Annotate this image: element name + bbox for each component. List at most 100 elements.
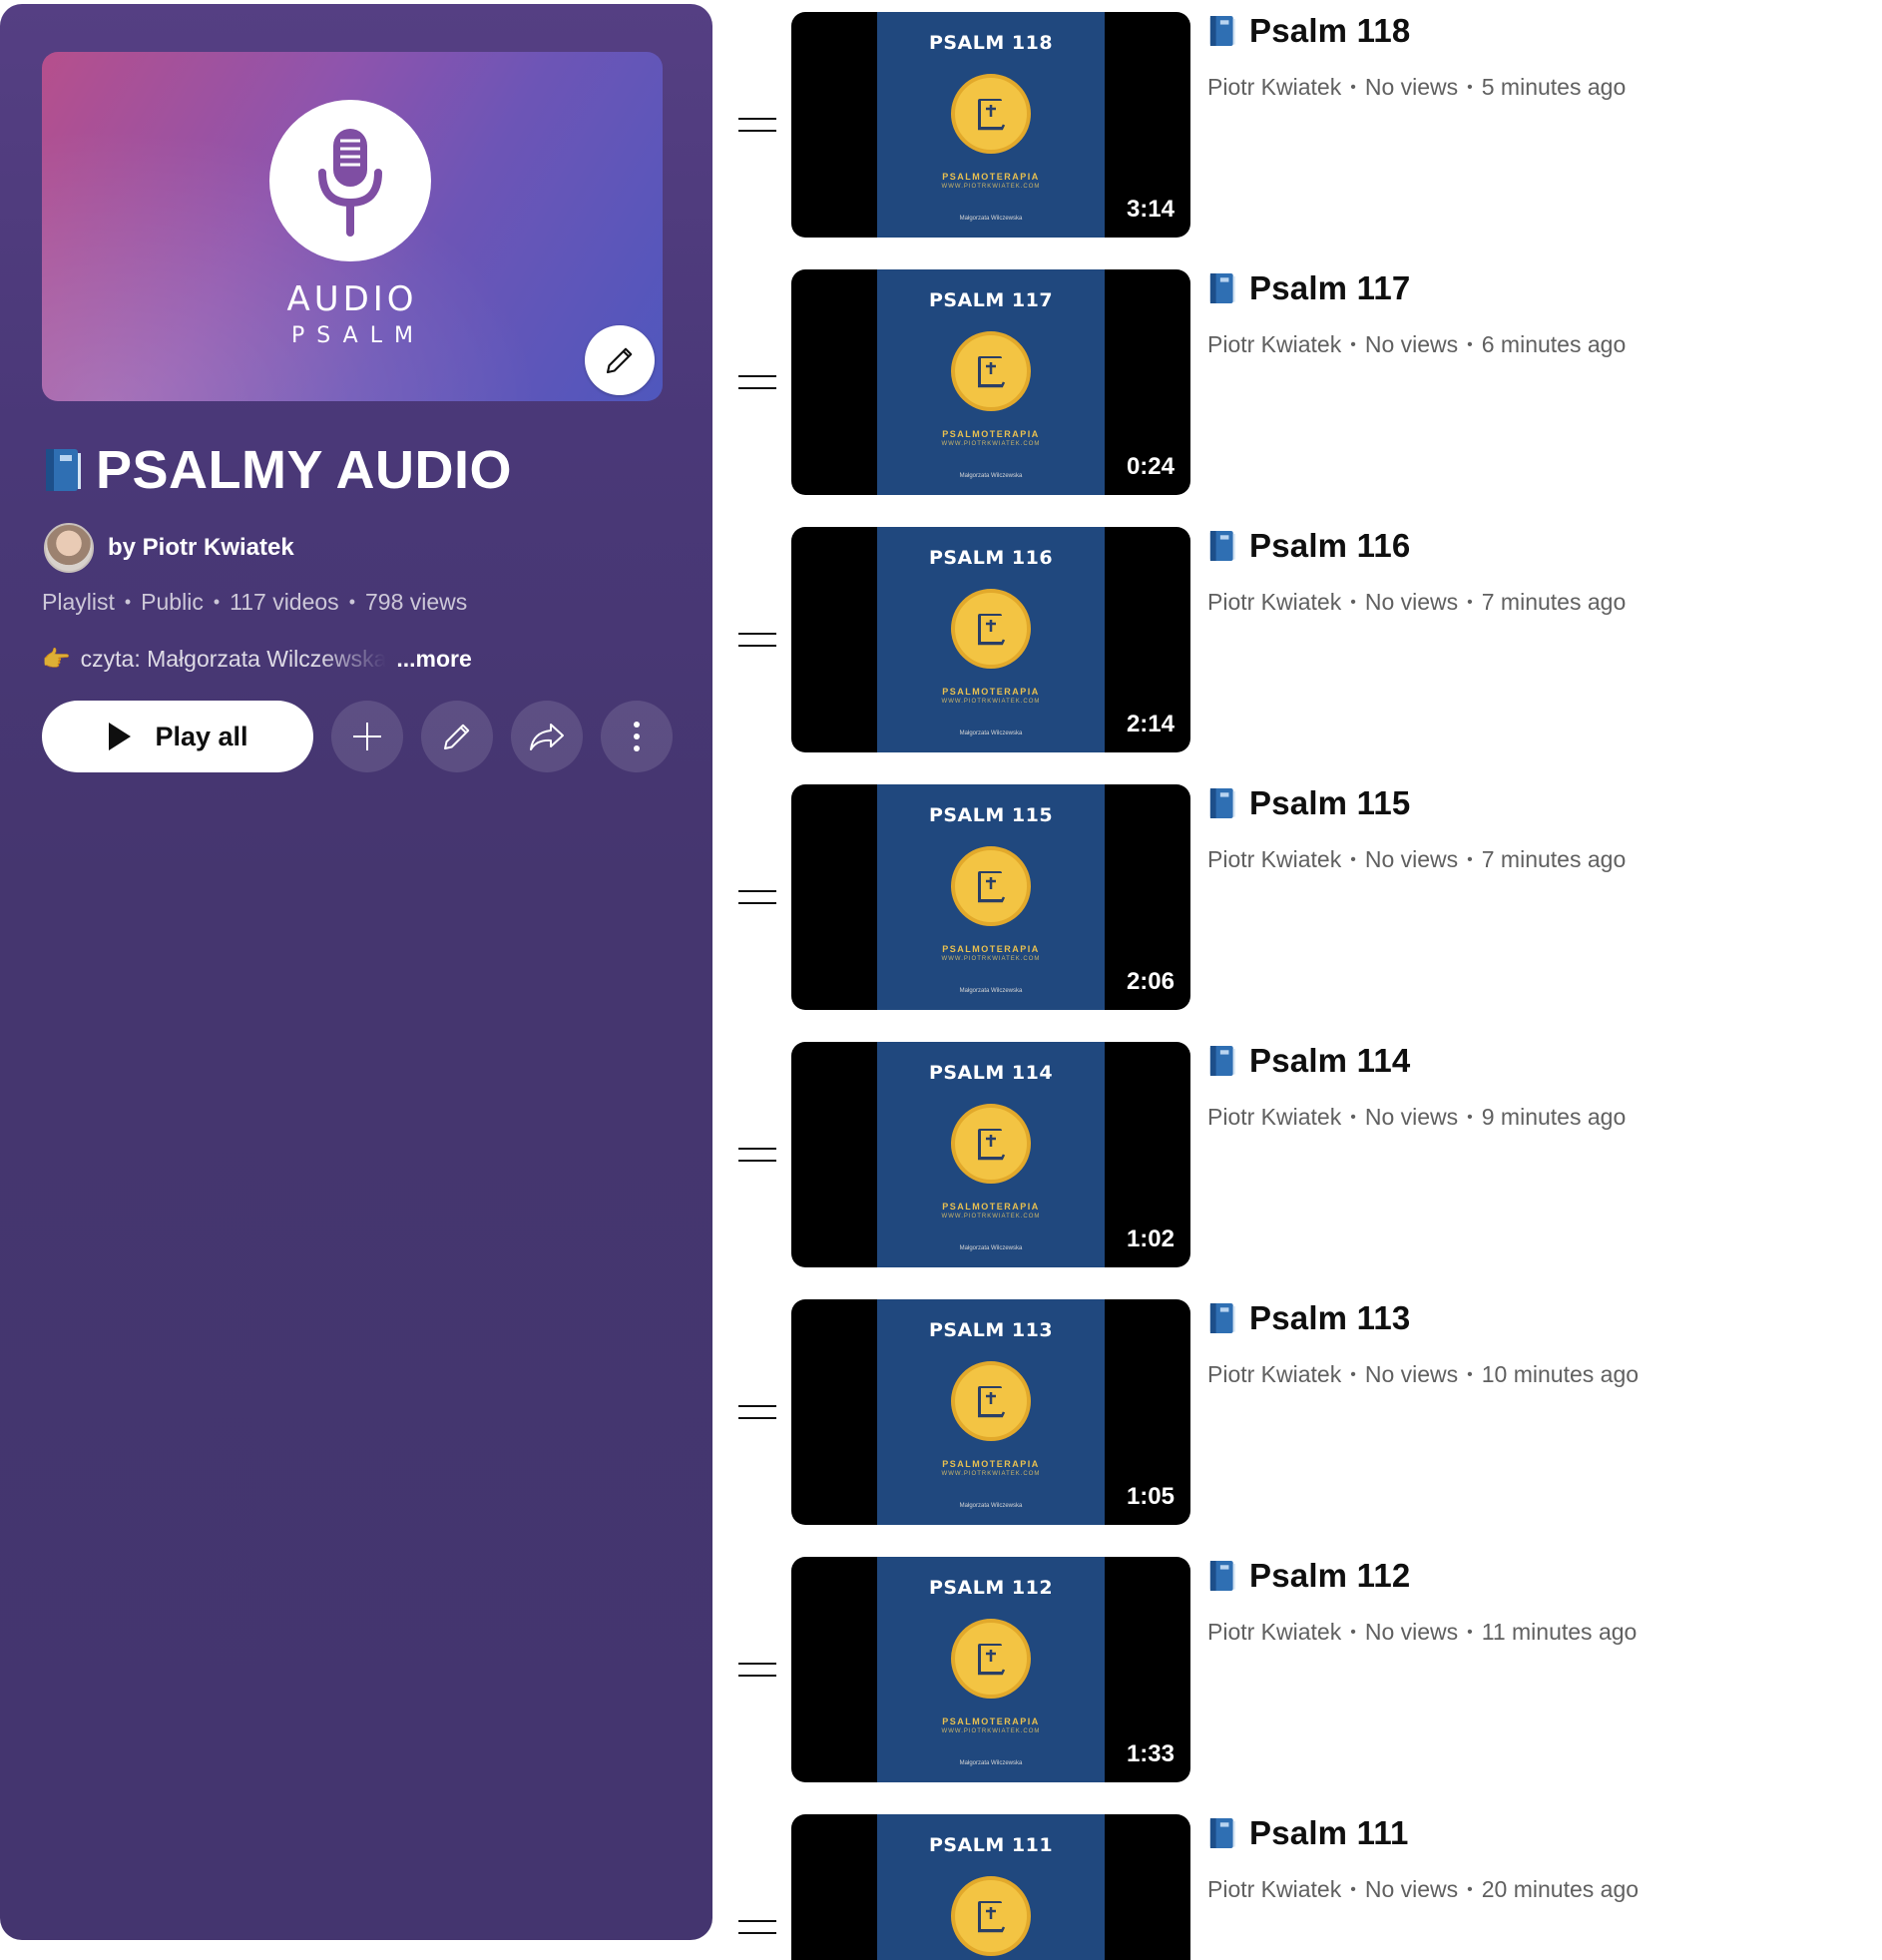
bible-emblem-icon: [951, 74, 1031, 154]
video-age: 7 minutes ago: [1481, 589, 1627, 615]
video-title[interactable]: Psalm 118: [1207, 12, 1410, 50]
owner-name[interactable]: by Piotr Kwiatek: [108, 534, 294, 562]
cover-subtitle: PSALM: [291, 323, 425, 348]
playlist-video-count: 117 videos: [230, 589, 339, 615]
separator-dot: •: [1350, 336, 1356, 353]
thumbnail-url: WWW.PIOTRKWIATEK.COM: [941, 1471, 1041, 1477]
thumbnail-psalm-label: PSALM 112: [928, 1577, 1054, 1599]
drag-handle-icon[interactable]: [738, 1920, 776, 1934]
drag-handle-icon[interactable]: [738, 375, 776, 389]
playlist-video-row[interactable]: PSALM 116 PSALMOTERAPIA WWW.PIOTRKWIATEK…: [718, 527, 1882, 752]
thumbnail-url: WWW.PIOTRKWIATEK.COM: [941, 184, 1041, 190]
video-channel[interactable]: Piotr Kwiatek: [1207, 331, 1341, 359]
video-title[interactable]: Psalm 116: [1207, 527, 1410, 565]
more-options-button[interactable]: [601, 701, 673, 772]
video-age: 20 minutes ago: [1481, 1876, 1640, 1902]
video-title-text[interactable]: Psalm 115: [1249, 784, 1410, 822]
playlist-description[interactable]: 👉 czyta: Małgorzata Wilczewska ...more: [42, 646, 472, 673]
video-channel[interactable]: Piotr Kwiatek: [1207, 74, 1341, 102]
video-thumbnail[interactable]: PSALM 114 PSALMOTERAPIA WWW.PIOTRKWIATEK…: [791, 1042, 1190, 1267]
blue-book-icon: [1209, 16, 1235, 46]
drag-handle-icon[interactable]: [738, 118, 776, 132]
separator-dot: •: [1467, 851, 1473, 868]
play-all-button[interactable]: Play all: [42, 701, 313, 772]
video-channel[interactable]: Piotr Kwiatek: [1207, 1361, 1341, 1389]
separator-dot: •: [1467, 594, 1473, 611]
playlist-video-row[interactable]: PSALM 118 PSALMOTERAPIA WWW.PIOTRKWIATEK…: [718, 12, 1882, 238]
playlist-video-row[interactable]: PSALM 117 PSALMOTERAPIA WWW.PIOTRKWIATEK…: [718, 269, 1882, 495]
add-to-playlist-button[interactable]: [331, 701, 403, 772]
playlist-video-row[interactable]: PSALM 112 PSALMOTERAPIA WWW.PIOTRKWIATEK…: [718, 1557, 1882, 1782]
video-thumbnail[interactable]: PSALM 113 PSALMOTERAPIA WWW.PIOTRKWIATEK…: [791, 1299, 1190, 1525]
video-views: No views: [1364, 1619, 1459, 1645]
video-age: 10 minutes ago: [1481, 1361, 1640, 1387]
video-thumbnail[interactable]: PSALM 112 PSALMOTERAPIA WWW.PIOTRKWIATEK…: [791, 1557, 1190, 1782]
video-title[interactable]: Psalm 111: [1207, 1814, 1409, 1852]
thumbnail-psalm-label: PSALM 115: [928, 804, 1054, 826]
drag-handle-icon[interactable]: [738, 1405, 776, 1419]
thumbnail-reader: Małgorzata Wilczewska: [959, 1245, 1023, 1251]
playlist-title-text: PSALMY AUDIO: [96, 440, 513, 500]
drag-handle-icon[interactable]: [738, 1663, 776, 1677]
video-thumbnail[interactable]: PSALM 117 PSALMOTERAPIA WWW.PIOTRKWIATEK…: [791, 269, 1190, 495]
video-title[interactable]: Psalm 114: [1207, 1042, 1410, 1080]
video-views: No views: [1364, 1104, 1459, 1130]
video-title[interactable]: Psalm 117: [1207, 269, 1410, 307]
blue-book-icon: [1209, 1561, 1235, 1591]
video-title-text[interactable]: Psalm 114: [1249, 1042, 1410, 1080]
video-thumbnail[interactable]: PSALM 115 PSALMOTERAPIA WWW.PIOTRKWIATEK…: [791, 784, 1190, 1010]
playlist-owner[interactable]: by Piotr Kwiatek: [44, 523, 294, 573]
video-thumbnail[interactable]: PSALM 111 PSALMOTERAPIA WWW.PIOTRKWIATEK…: [791, 1814, 1190, 1960]
thumbnail-url: WWW.PIOTRKWIATEK.COM: [941, 441, 1041, 447]
video-duration: 0:24: [1126, 453, 1175, 480]
playlist-view-count: 798 views: [365, 589, 468, 615]
thumbnail-url: WWW.PIOTRKWIATEK.COM: [941, 956, 1041, 962]
video-duration: 2:14: [1126, 711, 1175, 737]
drag-handle-icon[interactable]: [738, 1148, 776, 1162]
avatar[interactable]: [44, 523, 94, 573]
playlist-video-row[interactable]: PSALM 115 PSALMOTERAPIA WWW.PIOTRKWIATEK…: [718, 784, 1882, 1010]
separator-dot: •: [1467, 1366, 1473, 1383]
share-button[interactable]: [511, 701, 583, 772]
video-channel[interactable]: Piotr Kwiatek: [1207, 846, 1341, 874]
video-duration: 1:05: [1126, 1483, 1175, 1510]
thumbnail-brand: PSALMOTERAPIA: [942, 687, 1040, 697]
playlist-video-row[interactable]: PSALM 113 PSALMOTERAPIA WWW.PIOTRKWIATEK…: [718, 1299, 1882, 1525]
separator-dot: •: [348, 592, 355, 612]
video-thumbnail[interactable]: PSALM 118 PSALMOTERAPIA WWW.PIOTRKWIATEK…: [791, 12, 1190, 238]
video-channel[interactable]: Piotr Kwiatek: [1207, 1876, 1341, 1904]
playlist-cover-image[interactable]: AUDIO PSALM: [42, 52, 663, 401]
drag-handle-icon[interactable]: [738, 890, 776, 904]
thumbnail-brand: PSALMOTERAPIA: [942, 172, 1040, 182]
video-title-text[interactable]: Psalm 116: [1249, 527, 1410, 565]
video-title-text[interactable]: Psalm 112: [1249, 1557, 1410, 1595]
drag-handle-icon[interactable]: [738, 633, 776, 647]
video-views: No views: [1364, 331, 1459, 357]
more-link[interactable]: ...more: [396, 646, 471, 673]
video-duration: 1:02: [1126, 1225, 1175, 1252]
edit-cover-button[interactable]: [585, 325, 655, 395]
video-title-text[interactable]: Psalm 113: [1249, 1299, 1410, 1337]
thumbnail-url: WWW.PIOTRKWIATEK.COM: [941, 699, 1041, 705]
playlist-video-row[interactable]: PSALM 114 PSALMOTERAPIA WWW.PIOTRKWIATEK…: [718, 1042, 1882, 1267]
video-thumbnail[interactable]: PSALM 116 PSALMOTERAPIA WWW.PIOTRKWIATEK…: [791, 527, 1190, 752]
thumbnail-psalm-label: PSALM 114: [928, 1062, 1054, 1084]
pencil-icon: [444, 724, 470, 749]
edit-playlist-button[interactable]: [421, 701, 493, 772]
video-title-text[interactable]: Psalm 118: [1249, 12, 1410, 50]
video-title[interactable]: Psalm 112: [1207, 1557, 1410, 1595]
description-text: czyta: Małgorzata Wilczewska: [80, 646, 387, 672]
separator-dot: •: [1350, 1109, 1356, 1126]
video-channel[interactable]: Piotr Kwiatek: [1207, 589, 1341, 617]
video-title-text[interactable]: Psalm 117: [1249, 269, 1410, 307]
video-meta: Piotr Kwiatek • No views • 6 minutes ago: [1207, 331, 1626, 359]
video-title[interactable]: Psalm 113: [1207, 1299, 1410, 1337]
video-age: 5 minutes ago: [1481, 74, 1627, 100]
thumbnail-brand: PSALMOTERAPIA: [942, 429, 1040, 439]
video-channel[interactable]: Piotr Kwiatek: [1207, 1619, 1341, 1647]
video-title-text[interactable]: Psalm 111: [1249, 1814, 1409, 1852]
video-channel[interactable]: Piotr Kwiatek: [1207, 1104, 1341, 1132]
playlist-video-row[interactable]: PSALM 111 PSALMOTERAPIA WWW.PIOTRKWIATEK…: [718, 1814, 1882, 1960]
separator-dot: •: [213, 592, 221, 612]
video-title[interactable]: Psalm 115: [1207, 784, 1410, 822]
